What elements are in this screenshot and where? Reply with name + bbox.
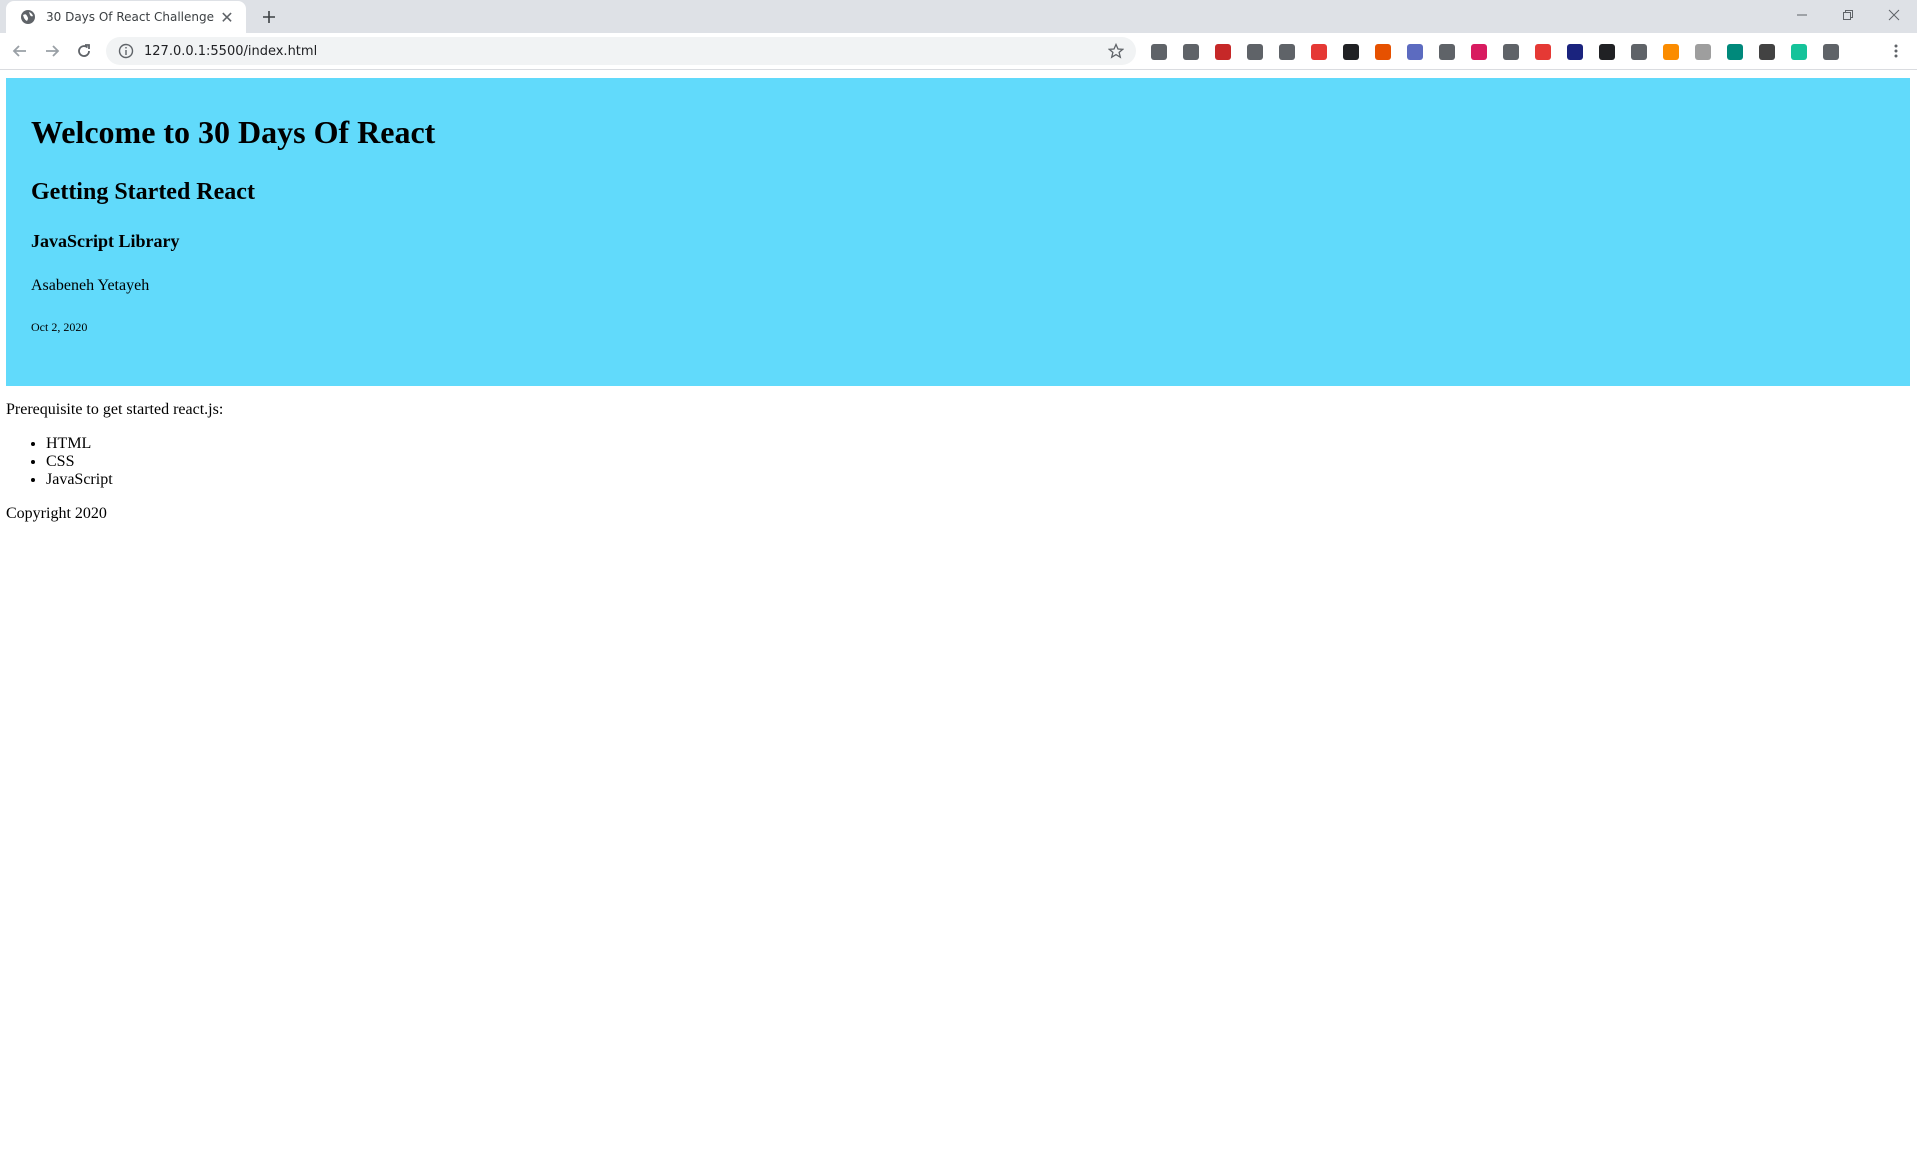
eyedropper-icon [1279,44,1295,60]
author-name: Asabeneh Yetayeh [31,277,150,294]
wrench-extension-button[interactable] [1498,39,1524,65]
g-ext-icon [1599,44,1615,60]
compass-extension-button[interactable] [1402,39,1428,65]
arrow-left-icon [12,45,26,57]
shield-ext-icon [1759,44,1775,60]
library-heading: JavaScript Library [31,231,180,251]
list-item: JavaScript [46,471,1910,489]
page-viewport: Welcome to 30 Days Of React Getting Star… [0,71,1917,1153]
loader-icon [1695,44,1711,60]
heart-extension-button[interactable] [1562,39,1588,65]
gear-ext-extension-button[interactable] [1466,39,1492,65]
upload-icon [1727,44,1743,60]
list-item: CSS [46,453,1910,471]
trello-icon [1151,44,1167,60]
main-content: Prerequisite to get started react.js: HT… [6,401,1910,489]
wordpress-icon [1631,44,1647,60]
address-bar[interactable]: 127.0.0.1:5500/index.html [106,37,1136,65]
new-tab-button[interactable] [256,4,282,30]
globe-icon [21,10,35,24]
reload-button[interactable] [70,37,98,65]
grammarly-icon [1791,44,1807,60]
shield-ext-extension-button[interactable] [1754,39,1780,65]
font-ext-icon [1343,44,1359,60]
close-icon [1888,9,1900,21]
forward-button[interactable] [38,37,66,65]
adblock-extension-button[interactable] [1306,39,1332,65]
circle-ext-extension-button[interactable] [1242,39,1268,65]
wordpress-extension-button[interactable] [1626,39,1652,65]
browser-tab[interactable]: 30 Days Of React Challenge ✕ [6,1,246,33]
compass-icon [1407,44,1423,60]
prerequisite-list: HTML CSS JavaScript [6,435,1910,489]
trello-extension-button[interactable] [1146,39,1172,65]
g-ext-extension-button[interactable] [1594,39,1620,65]
puzzle-extension-button[interactable] [1818,39,1844,65]
stop-extension-button[interactable] [1530,39,1556,65]
info-icon[interactable] [118,43,134,59]
page-header: Welcome to 30 Days Of React Getting Star… [6,78,1910,386]
list-item: HTML [46,435,1910,453]
page-subtitle: Getting Started React [31,179,255,205]
grammarly-extension-button[interactable] [1786,39,1812,65]
arrow-right-icon [46,45,60,57]
tab-title: 30 Days Of React Challenge [46,10,214,24]
image-ext-icon [1215,44,1231,60]
plus-icon [263,11,275,23]
camera-icon [1439,44,1455,60]
restore-icon [1843,10,1853,20]
copyright-text: Copyright 2020 [6,505,107,522]
minimize-button[interactable] [1779,0,1825,30]
url-text: 127.0.0.1:5500/index.html [144,43,318,59]
puzzle-icon [1823,44,1839,60]
window-controls [1779,0,1917,30]
tab-strip: 30 Days Of React Challenge ✕ [0,0,1917,33]
camera-extension-button[interactable] [1434,39,1460,65]
reload-icon [78,44,90,57]
color-wheel-icon [1663,44,1679,60]
browser-menu-button[interactable] [1882,37,1910,65]
tab-close-icon[interactable]: ✕ [218,8,236,27]
megaphone-icon [1375,44,1391,60]
adblock-icon [1311,44,1327,60]
eyedropper-extension-button[interactable] [1274,39,1300,65]
stop-icon [1535,44,1551,60]
gear-ext-icon [1471,44,1487,60]
wrench-icon [1503,44,1519,60]
bug-extension-button[interactable] [1178,39,1204,65]
bookmark-button[interactable] [1102,37,1130,65]
page-title: Welcome to 30 Days Of React [31,114,436,150]
back-button[interactable] [6,37,34,65]
extensions-bar [1146,38,1850,66]
star-icon [1108,43,1124,59]
megaphone-extension-button[interactable] [1370,39,1396,65]
prerequisite-text: Prerequisite to get started react.js: [6,401,224,418]
page-footer: Copyright 2020 [6,505,107,523]
restore-button[interactable] [1825,0,1871,30]
publish-date: Oct 2, 2020 [31,320,88,334]
close-window-button[interactable] [1871,0,1917,30]
loader-extension-button[interactable] [1690,39,1716,65]
more-vert-icon [1894,44,1898,58]
upload-extension-button[interactable] [1722,39,1748,65]
bug-icon [1183,44,1199,60]
heart-icon [1567,44,1583,60]
circle-ext-icon [1247,44,1263,60]
image-ext-extension-button[interactable] [1210,39,1236,65]
font-ext-extension-button[interactable] [1338,39,1364,65]
color-wheel-extension-button[interactable] [1658,39,1684,65]
minimize-icon [1797,14,1807,16]
